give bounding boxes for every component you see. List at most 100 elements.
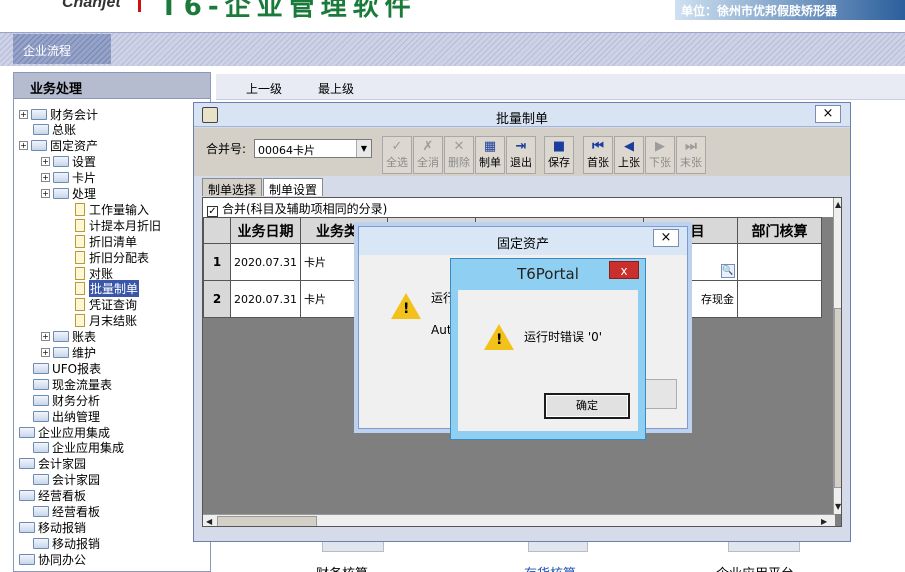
save-button[interactable]: ■ 保存: [544, 136, 574, 174]
next-record-icon: ▶: [655, 139, 665, 154]
scroll-up-icon[interactable]: ▲: [835, 200, 841, 209]
merge-checkbox[interactable]: ✓: [207, 206, 218, 217]
expand-icon[interactable]: +: [41, 157, 50, 167]
top-level-link[interactable]: 最上级: [318, 80, 354, 97]
sidebar-item-reconciliation[interactable]: 对账: [75, 265, 113, 281]
sidebar-item-batch-voucher[interactable]: 批量制单: [75, 280, 140, 298]
make-voucher-button[interactable]: ▦ 制单: [475, 136, 505, 174]
up-one-level-link[interactable]: 上一级: [246, 80, 282, 97]
first-record-button[interactable]: ⏮ 首张: [583, 136, 613, 174]
row-number: 1: [203, 243, 231, 281]
window-close-button[interactable]: ×: [815, 105, 841, 123]
document-icon: [75, 234, 85, 248]
scroll-thumb[interactable]: [834, 308, 841, 488]
col-header[interactable]: 业务日期: [230, 217, 301, 244]
scroll-thumb[interactable]: [217, 516, 317, 526]
sidebar-item-label: 经营看板: [52, 505, 101, 519]
dialog-close-button[interactable]: ×: [653, 229, 679, 247]
cell-date[interactable]: 2020.07.31: [230, 280, 301, 318]
module-platform-label[interactable]: 企业应用平台: [716, 563, 794, 572]
folder-icon: [19, 521, 35, 533]
sidebar-item-depreciation-allocation[interactable]: 折旧分配表: [75, 249, 149, 265]
sidebar-item-finance-accounting[interactable]: + 财务会计: [19, 106, 98, 122]
save-icon: ■: [552, 139, 566, 154]
folder-icon: [53, 172, 69, 184]
chevron-down-icon[interactable]: ▼: [356, 140, 371, 157]
delete-button[interactable]: ✕ 删除: [444, 136, 474, 174]
expand-icon[interactable]: +: [19, 141, 28, 151]
sidebar-item-reports[interactable]: + 账表: [41, 329, 96, 345]
sidebar-item-label: 企业应用集成: [52, 441, 125, 456]
sidebar-item-monthly-depreciation[interactable]: 计提本月折旧: [75, 217, 161, 233]
col-header[interactable]: 部门核算: [737, 217, 822, 244]
sidebar-item-mobile-expense-group[interactable]: 移动报销: [19, 519, 86, 535]
vertical-scrollbar[interactable]: ▲ ▼: [833, 198, 841, 514]
tab-voucher-selection[interactable]: 制单选择: [202, 178, 263, 197]
sidebar-item-maintenance[interactable]: + 维护: [41, 345, 96, 361]
folder-icon: [33, 378, 49, 390]
sidebar-item-processing[interactable]: + 处理: [41, 186, 96, 202]
sidebar-item-business-board[interactable]: 经营看板: [33, 504, 100, 520]
window-tabs: 制单选择 制单设置: [202, 178, 324, 197]
expand-icon[interactable]: +: [41, 173, 50, 183]
sidebar-item-month-end-close[interactable]: 月末结账: [75, 313, 137, 329]
tab-enterprise-process[interactable]: 企业流程: [13, 34, 111, 64]
dialog-message-line2: Aut: [431, 323, 452, 337]
sidebar-item-fixed-assets[interactable]: + 固定资产: [19, 138, 98, 154]
sidebar-item-general-ledger[interactable]: 总账: [33, 122, 76, 138]
horizontal-scrollbar[interactable]: ◀ ▶: [203, 514, 835, 526]
expand-icon[interactable]: +: [41, 348, 50, 357]
scroll-left-icon[interactable]: ◀: [206, 517, 212, 526]
ok-button[interactable]: 确定: [544, 393, 630, 419]
sidebar-item-cashier-management[interactable]: 出纳管理: [33, 408, 100, 424]
window-titlebar: 批量制单 ×: [194, 103, 850, 127]
expand-icon[interactable]: +: [41, 189, 50, 198]
merge-number-value: 00064卡片: [258, 144, 315, 157]
scroll-down-icon[interactable]: ▼: [835, 502, 841, 511]
sidebar-item-settings[interactable]: + 设置: [41, 154, 96, 170]
tab-voucher-settings[interactable]: 制单设置: [263, 178, 324, 197]
sidebar-item-accountant-home-group[interactable]: 会计家园: [19, 456, 86, 472]
folder-icon: [33, 537, 49, 549]
sidebar-item-workload-input[interactable]: 工作量输入: [75, 201, 149, 217]
prev-record-button[interactable]: ◀ 上张: [614, 136, 644, 174]
deselect-all-icon: ✗: [422, 139, 434, 154]
last-record-button[interactable]: ⏭ 末张: [676, 136, 706, 174]
merge-number-select[interactable]: 00064卡片 ▼: [254, 139, 372, 158]
search-icon[interactable]: 🔍: [721, 264, 735, 278]
sidebar-item-label: 批量制单: [89, 280, 140, 298]
sidebar-item-voucher-query[interactable]: 凭证查询: [75, 297, 137, 313]
delete-icon: ✕: [453, 139, 465, 154]
sidebar-item-label: 月末结账: [89, 314, 138, 329]
error-message: 运行时错误 '0': [524, 330, 603, 344]
deselect-all-button[interactable]: ✗ 全消: [413, 136, 443, 174]
scroll-right-icon[interactable]: ▶: [821, 517, 827, 526]
company-unit: 单位：徐州市优邦假肢矫形器: [675, 0, 905, 20]
module-inventory-label[interactable]: 存货核算: [524, 563, 576, 572]
cell-date[interactable]: 2020.07.31: [230, 243, 301, 281]
sidebar-item-cashflow-statement[interactable]: 现金流量表: [33, 376, 112, 392]
sidebar-item-cards[interactable]: + 卡片: [41, 170, 96, 186]
module-finance-label[interactable]: 财务核算: [316, 563, 368, 572]
sidebar-item-mobile-expense[interactable]: 移动报销: [33, 535, 100, 551]
next-record-button[interactable]: ▶ 下张: [645, 136, 675, 174]
merge-option[interactable]: ✓ 合并(科目及辅助项相同的分录): [203, 198, 833, 217]
expand-icon[interactable]: +: [41, 332, 50, 342]
sidebar-item-label: UFO报表: [52, 361, 102, 376]
sidebar-item-label: 处理: [72, 187, 97, 201]
sidebar-item-eai-group[interactable]: 企业应用集成: [19, 424, 110, 440]
sidebar-item-collaboration[interactable]: 协同办公: [19, 551, 86, 567]
sidebar-item-eai[interactable]: 企业应用集成: [33, 440, 124, 456]
cell-department[interactable]: [737, 280, 822, 318]
sidebar-item-accountant-home[interactable]: 会计家园: [33, 472, 100, 488]
folder-icon: [33, 410, 49, 422]
exit-button[interactable]: ⇥ 退出: [506, 136, 536, 174]
sidebar-item-ufo-reports[interactable]: UFO报表: [33, 360, 101, 376]
expand-icon[interactable]: +: [19, 109, 28, 119]
sidebar-item-depreciation-list[interactable]: 折旧清单: [75, 233, 137, 249]
sidebar-item-financial-analysis[interactable]: 财务分析: [33, 392, 100, 408]
dialog-close-button[interactable]: x: [609, 261, 639, 279]
cell-department[interactable]: [737, 243, 822, 281]
sidebar-item-business-board-group[interactable]: 经营看板: [19, 488, 86, 504]
select-all-button[interactable]: ✓ 全选: [382, 136, 412, 174]
